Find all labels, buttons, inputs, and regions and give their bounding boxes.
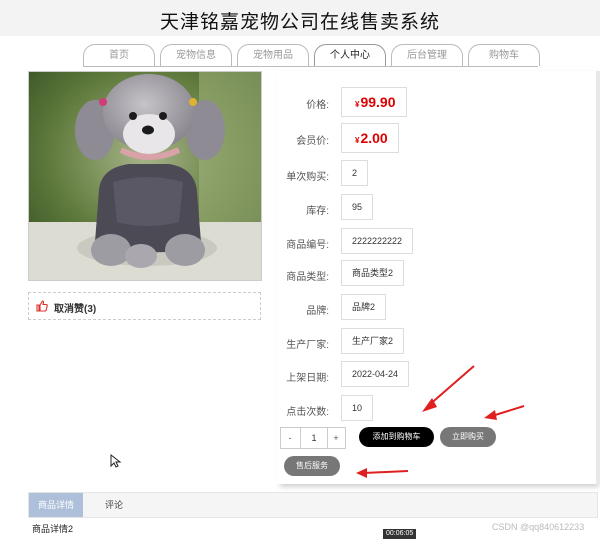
mouse-cursor-icon — [110, 454, 122, 468]
nav-tab-admin[interactable]: 后台管理 — [391, 44, 463, 66]
currency-symbol: ¥ — [355, 136, 360, 145]
member-price-value: ¥2.00 — [341, 123, 399, 153]
nav-tab-pet-info[interactable]: 宠物信息 — [160, 44, 232, 66]
field-value-click-count: 10 — [341, 395, 374, 421]
nav-tab-cart[interactable]: 购物车 — [468, 44, 540, 66]
nav-tab-home[interactable]: 首页 — [83, 44, 155, 66]
after-sales-button[interactable]: 售后服务 — [284, 456, 340, 476]
price-label: 价格: — [306, 100, 329, 111]
field-value-product-code: 2222222222 — [341, 228, 414, 254]
field-label-purchase-limit: 单次购买: — [286, 172, 329, 183]
panel-edge — [596, 71, 600, 484]
unlike-label: 取消赞(3) — [54, 304, 97, 315]
member-price-label: 会员价: — [296, 136, 329, 147]
product-photo — [28, 71, 262, 281]
field-label-brand: 品牌: — [306, 306, 329, 317]
field-value-manufacturer: 生产厂家2 — [341, 328, 405, 354]
quantity-stepper: - 1 + — [280, 427, 346, 449]
field-label-stock: 库存: — [306, 206, 329, 217]
field-label-product-type: 商品类型: — [286, 272, 329, 283]
field-label-product-code: 商品编号: — [286, 240, 329, 251]
field-label-click-count: 点击次数: — [286, 407, 329, 418]
video-timestamp: 00:06:05 — [383, 529, 417, 539]
member-price-amount: 2.00 — [360, 130, 388, 146]
field-value-purchase-limit: 2 — [341, 160, 369, 186]
price-value: ¥99.90 — [341, 87, 407, 117]
nav-tab-pet-supplies[interactable]: 宠物用品 — [237, 44, 309, 66]
nav-tab-personal-center[interactable]: 个人中心 — [314, 44, 386, 66]
field-label-listing-date: 上架日期: — [286, 373, 329, 384]
tab-comments[interactable]: 评论 — [97, 493, 131, 517]
quantity-input[interactable]: 1 — [300, 428, 328, 448]
thumbs-up-icon — [36, 300, 48, 312]
decrease-button[interactable]: - — [281, 428, 299, 448]
increase-button[interactable]: + — [327, 428, 345, 448]
like-box[interactable]: 取消赞(3) — [28, 292, 261, 320]
currency-symbol: ¥ — [355, 100, 360, 109]
field-value-brand: 品牌2 — [341, 294, 387, 320]
product-detail-text: 商品详情2 — [32, 524, 74, 534]
buy-now-button[interactable]: 立即购买 — [440, 427, 496, 447]
detail-tabs: 商品详情 评论 — [28, 492, 598, 518]
tab-product-detail[interactable]: 商品详情 — [29, 493, 83, 517]
field-value-product-type: 商品类型2 — [341, 260, 405, 286]
site-title: 天津铭嘉宠物公司在线售卖系统 — [159, 12, 440, 33]
watermark: CSDN @qq840612233 — [492, 522, 585, 532]
field-value-stock: 95 — [341, 194, 374, 220]
price-amount: 99.90 — [360, 94, 396, 110]
poodle-image — [29, 72, 261, 280]
field-value-listing-date: 2022-04-24 — [341, 361, 410, 387]
add-to-cart-button[interactable]: 添加到购物车 — [359, 427, 434, 447]
header-bar: 天津铭嘉宠物公司在线售卖系统 — [0, 0, 600, 36]
main-nav: 首页 宠物信息 宠物用品 个人中心 后台管理 购物车 — [83, 44, 540, 67]
field-label-manufacturer: 生产厂家: — [286, 340, 329, 351]
